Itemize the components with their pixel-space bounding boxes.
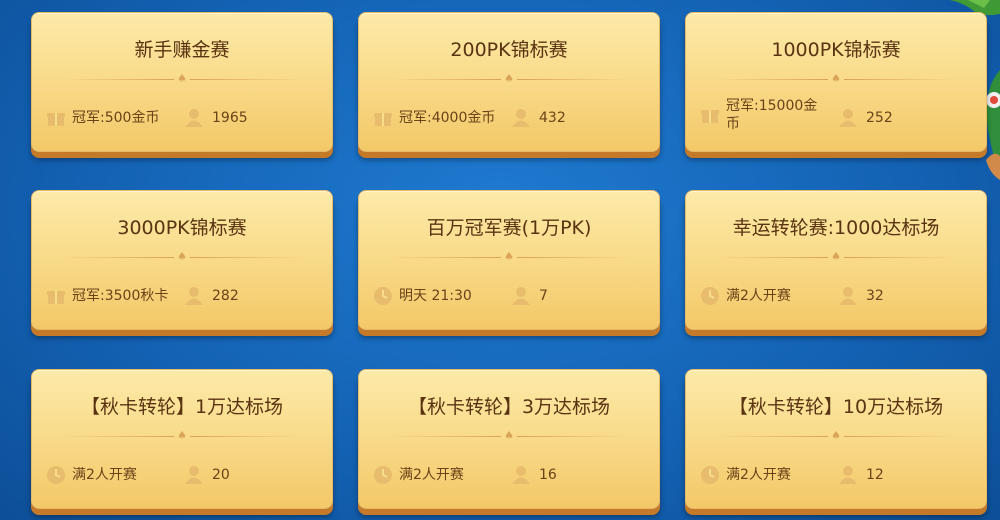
players-info: 252: [838, 103, 893, 133]
clock-icon: [701, 466, 719, 484]
divider: ♠: [62, 429, 302, 442]
start-condition: 满2人开赛: [726, 288, 791, 304]
player-count: 12: [866, 467, 884, 483]
card-title: 200PK锦标赛: [450, 39, 568, 61]
tournament-card[interactable]: 百万冠军赛(1万PK) ♠ 明天 21:30 7: [358, 190, 660, 330]
clock-icon: [374, 466, 392, 484]
player-count: 432: [539, 110, 566, 126]
divider: ♠: [62, 72, 302, 85]
time-info: 满2人开赛: [373, 460, 509, 490]
gift-icon: [47, 113, 65, 126]
divider: ♠: [716, 429, 956, 442]
spade-icon: ♠: [177, 72, 187, 85]
time-info: 满2人开赛: [46, 460, 182, 490]
card-title: 百万冠军赛(1万PK): [426, 217, 592, 239]
user-icon: [512, 109, 530, 127]
player-count: 7: [539, 288, 548, 304]
players-info: 12: [838, 460, 884, 490]
tournament-card[interactable]: 【秋卡转轮】10万达标场 ♠ 满2人开赛 12: [685, 369, 987, 509]
clock-icon: [47, 466, 65, 484]
user-icon: [185, 466, 203, 484]
spade-icon: ♠: [831, 72, 841, 85]
time-info: 明天 21:30: [373, 281, 509, 311]
tournament-card[interactable]: 【秋卡转轮】3万达标场 ♠ 满2人开赛 16: [358, 369, 660, 509]
prize-info: 冠军:500金币: [46, 103, 182, 133]
spade-icon: ♠: [177, 429, 187, 442]
tournament-card[interactable]: 【秋卡转轮】1万达标场 ♠ 满2人开赛 20: [31, 369, 333, 509]
tournament-card[interactable]: 3000PK锦标赛 ♠ 冠军:3500秋卡 282: [31, 190, 333, 330]
prize-text: 冠军:15000金币: [726, 98, 818, 132]
gift-icon: [701, 110, 719, 123]
spade-icon: ♠: [504, 72, 514, 85]
prize-text: 冠军:4000金币: [399, 110, 496, 126]
user-icon: [185, 287, 203, 305]
card-title: 1000PK锦标赛: [771, 39, 901, 61]
divider: ♠: [389, 250, 629, 263]
clock-icon: [374, 287, 392, 305]
players-info: 20: [184, 460, 230, 490]
players-info: 16: [511, 460, 557, 490]
gift-icon: [47, 291, 65, 304]
card-title: 【秋卡转轮】3万达标场: [407, 396, 611, 418]
player-count: 32: [866, 288, 884, 304]
tournament-card[interactable]: 幸运转轮赛:1000达标场 ♠ 满2人开赛 32: [685, 190, 987, 330]
tournament-card[interactable]: 1000PK锦标赛 ♠ 冠军:15000金币 252: [685, 12, 987, 152]
card-title: 新手赚金赛: [134, 39, 230, 61]
user-icon: [512, 287, 530, 305]
players-info: 7: [511, 281, 548, 311]
user-icon: [185, 109, 203, 127]
time-info: 满2人开赛: [700, 281, 836, 311]
player-count: 252: [866, 110, 893, 126]
prize-info: 冠军:15000金币: [700, 95, 826, 135]
user-icon: [512, 466, 530, 484]
start-condition: 满2人开赛: [399, 467, 464, 483]
player-count: 282: [212, 288, 239, 304]
player-count: 1965: [212, 110, 248, 126]
prize-info: 冠军:3500秋卡: [46, 281, 182, 311]
players-info: 32: [838, 281, 884, 311]
divider: ♠: [62, 250, 302, 263]
card-title: 【秋卡转轮】1万达标场: [80, 396, 284, 418]
divider: ♠: [389, 429, 629, 442]
divider: ♠: [716, 250, 956, 263]
time-info: 满2人开赛: [700, 460, 836, 490]
start-time: 明天 21:30: [399, 288, 472, 304]
spade-icon: ♠: [831, 250, 841, 263]
divider: ♠: [716, 72, 956, 85]
prize-text: 冠军:500金币: [72, 110, 160, 126]
spade-icon: ♠: [831, 429, 841, 442]
players-info: 282: [184, 281, 239, 311]
players-info: 1965: [184, 103, 248, 133]
player-count: 20: [212, 467, 230, 483]
card-title: 【秋卡转轮】10万达标场: [728, 396, 944, 418]
start-condition: 满2人开赛: [726, 467, 791, 483]
spade-icon: ♠: [177, 250, 187, 263]
user-icon: [839, 109, 857, 127]
prize-info: 冠军:4000金币: [373, 103, 509, 133]
start-condition: 满2人开赛: [72, 467, 137, 483]
prize-text: 冠军:3500秋卡: [72, 288, 169, 304]
players-info: 432: [511, 103, 566, 133]
tournament-card[interactable]: 200PK锦标赛 ♠ 冠军:4000金币 432: [358, 12, 660, 152]
card-title: 幸运转轮赛:1000达标场: [732, 217, 940, 239]
player-count: 16: [539, 467, 557, 483]
clock-icon: [701, 287, 719, 305]
spade-icon: ♠: [504, 429, 514, 442]
gift-icon: [374, 113, 392, 126]
user-icon: [839, 466, 857, 484]
user-icon: [839, 287, 857, 305]
spade-icon: ♠: [504, 250, 514, 263]
tournament-card[interactable]: 新手赚金赛 ♠ 冠军:500金币 1965: [31, 12, 333, 152]
divider: ♠: [389, 72, 629, 85]
card-title: 3000PK锦标赛: [117, 217, 247, 239]
